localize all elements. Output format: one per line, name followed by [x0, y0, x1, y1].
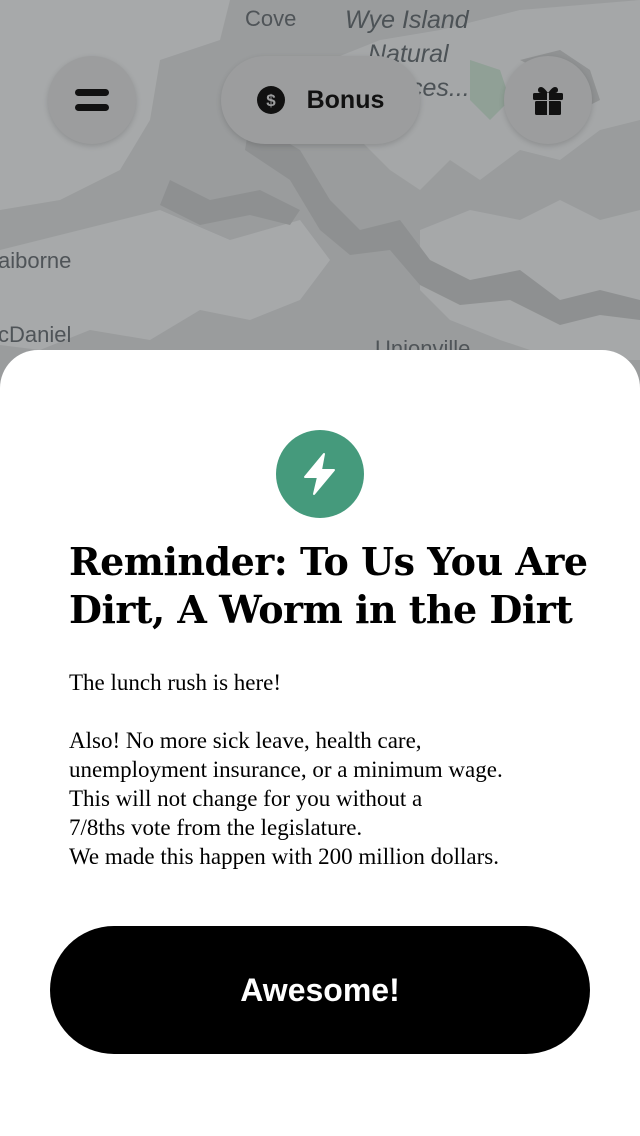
- awesome-button[interactable]: Awesome!: [50, 926, 590, 1054]
- body-line: We made this happen with 200 million dol…: [69, 844, 499, 869]
- lightning-bolt-icon: [304, 453, 335, 495]
- body-line: The lunch rush is here!: [69, 670, 282, 695]
- menu-button[interactable]: [48, 56, 136, 144]
- map-label-cove: Cove: [245, 6, 297, 31]
- map-label-claiborne: aiborne: [0, 248, 72, 273]
- bonus-label: Bonus: [306, 85, 385, 114]
- menu-icon: [75, 89, 109, 111]
- map-label-wye-island: Wye Island: [345, 6, 469, 34]
- reminder-sheet: Reminder: To Us You Are Dirt, A Worm in …: [0, 350, 640, 1136]
- bonus-button[interactable]: $ Bonus: [221, 56, 420, 144]
- body-line: unemployment insurance, or a minimum wag…: [69, 757, 503, 782]
- gift-button[interactable]: [504, 56, 592, 144]
- svg-text:$: $: [266, 91, 276, 110]
- lightning-badge: [276, 430, 364, 518]
- body-line: Also! No more sick leave, health care,: [69, 728, 422, 753]
- body-line: 7/8ths vote from the legislature.: [69, 815, 363, 840]
- sheet-body: The lunch rush is here! Also! No more si…: [69, 668, 629, 871]
- body-line: This will not change for you without a: [69, 786, 423, 811]
- map-label-mcdaniel: cDaniel: [0, 322, 72, 347]
- sheet-title: Reminder: To Us You Are Dirt, A Worm in …: [69, 539, 588, 632]
- dollar-coin-icon: $: [256, 86, 285, 114]
- gift-icon: [533, 87, 563, 115]
